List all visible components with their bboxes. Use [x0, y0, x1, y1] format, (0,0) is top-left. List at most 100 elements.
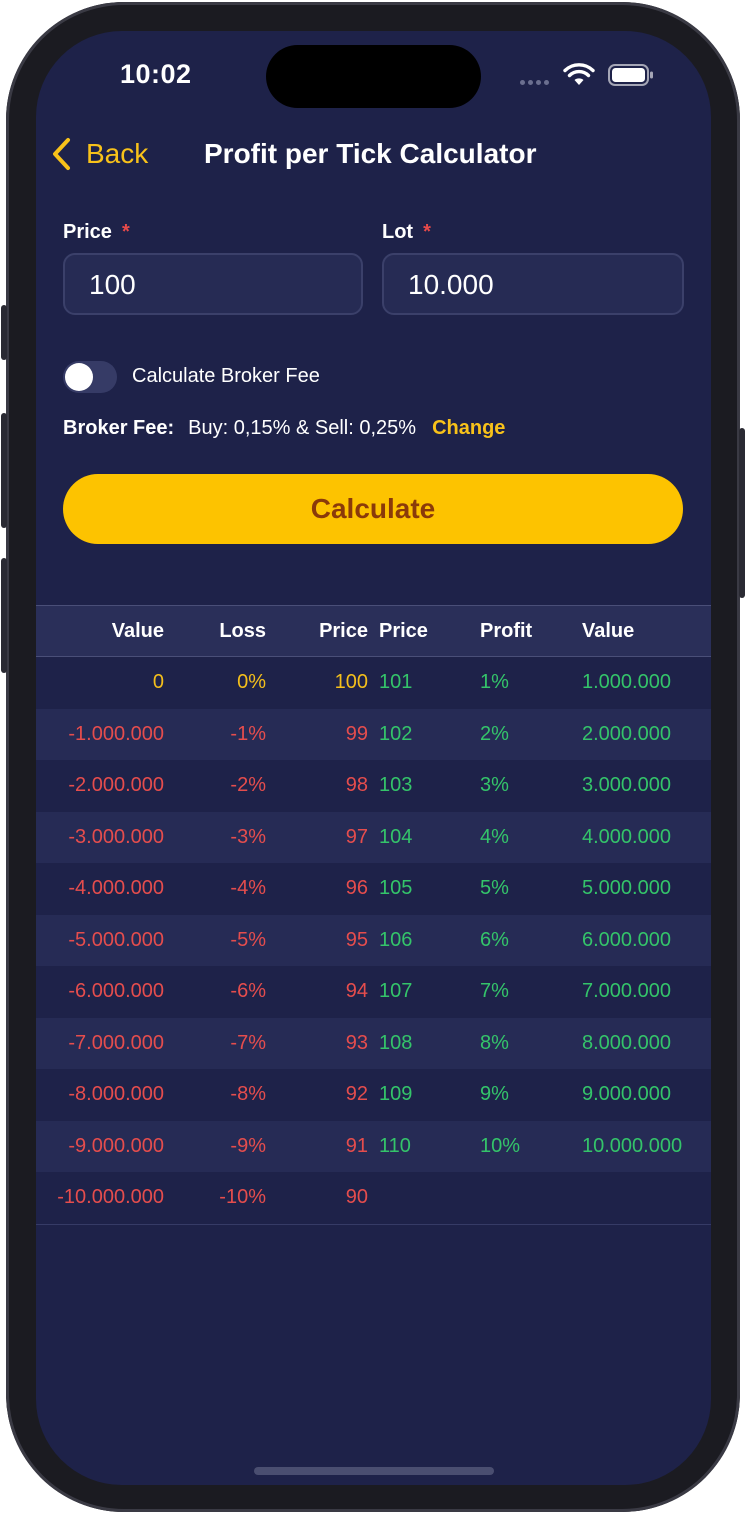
- price-label: Price *: [63, 221, 130, 244]
- profit-price-cell: 104: [379, 825, 413, 848]
- loss-value-cell: -4.000.000: [68, 877, 164, 900]
- loss-value-cell: -10.000.000: [57, 1186, 164, 1209]
- table-row: -1.000.000 -1% 99 102 2% 2.000.000: [36, 708, 711, 760]
- profit-price-cell: 110: [379, 1134, 411, 1157]
- dynamic-island: [266, 45, 481, 108]
- status-time: 10:02: [120, 59, 192, 89]
- profit-value-cell: 7.000.000: [582, 980, 671, 1003]
- profit-value-cell: 6.000.000: [582, 928, 671, 951]
- profit-price-cell: 106: [379, 928, 413, 951]
- required-mark: *: [423, 221, 431, 243]
- table-row: -5.000.000 -5% 95 106 6% 6.000.000: [36, 914, 711, 966]
- loss-value-cell: -1.000.000: [68, 722, 164, 745]
- loss-price-cell: 99: [345, 722, 368, 745]
- loss-percent-cell: 0%: [237, 671, 266, 694]
- home-indicator: [254, 1467, 494, 1475]
- profit-price-cell: 101: [379, 671, 413, 694]
- profit-value-cell: 2.000.000: [582, 722, 671, 745]
- profit-price-cell: 109: [379, 1083, 413, 1106]
- broker-fee-toggle-label: Calculate Broker Fee: [132, 365, 320, 387]
- header-loss-value: Value: [111, 619, 164, 642]
- battery-icon: [608, 64, 653, 86]
- signal-icon: [520, 80, 549, 85]
- table-row: -9.000.000 -9% 91 110 10% 10.000.000: [36, 1120, 711, 1172]
- side-button-volume-up: [1, 413, 7, 528]
- profit-price-cell: 105: [379, 877, 413, 900]
- calculate-button[interactable]: Calculate: [63, 474, 683, 544]
- broker-fee-row: Broker Fee: Buy: 0,15% & Sell: 0,25% Cha…: [63, 417, 505, 440]
- loss-value-cell: 0: [152, 671, 164, 694]
- loss-percent-cell: -6%: [230, 980, 266, 1003]
- loss-percent-cell: -10%: [219, 1186, 266, 1209]
- table-body: 0 0% 100 101 1% 1.000.000 -1.000.000 -1% 99 102 2%…: [36, 657, 711, 1225]
- lot-label-text: Lot: [382, 221, 414, 243]
- loss-percent-cell: -1%: [230, 722, 266, 745]
- loss-price-cell: 97: [345, 825, 368, 848]
- profit-percent-cell: 10%: [480, 1134, 521, 1157]
- profit-price-cell: 107: [379, 980, 413, 1003]
- loss-percent-cell: -5%: [230, 928, 266, 951]
- loss-price-cell: 98: [345, 774, 368, 797]
- loss-price-cell: 93: [345, 1031, 368, 1054]
- page-title: Profit per Tick Calculator: [204, 138, 537, 169]
- profit-value-cell: 1.000.000: [582, 671, 671, 694]
- change-fee-link[interactable]: Change: [432, 417, 505, 440]
- loss-value-cell: -6.000.000: [68, 980, 164, 1003]
- loss-price-cell: 90: [345, 1186, 368, 1209]
- header-profit-price: Price: [379, 619, 428, 642]
- profit-price-cell: 108: [379, 1031, 413, 1054]
- broker-fee-value: Buy: 0,15% & Sell: 0,25%: [188, 417, 417, 439]
- lot-input[interactable]: 10.000: [382, 253, 684, 315]
- table-row: -6.000.000 -6% 94 107 7% 7.000.000: [36, 966, 711, 1018]
- table-row: -4.000.000 -4% 96 105 5% 5.000.000: [36, 863, 711, 915]
- header-loss: Loss: [219, 619, 266, 642]
- required-mark: *: [121, 221, 130, 243]
- loss-value-cell: -2.000.000: [68, 774, 164, 797]
- profit-value-cell: 9.000.000: [582, 1083, 671, 1106]
- loss-price-cell: 92: [345, 1083, 368, 1106]
- table-row: -10.000.000 -10% 90: [36, 1172, 711, 1225]
- loss-percent-cell: -7%: [230, 1031, 266, 1054]
- wifi-icon: [563, 63, 595, 85]
- header-profit: Profit: [480, 619, 533, 642]
- loss-value-cell: -5.000.000: [68, 928, 164, 951]
- table-row: 0 0% 100 101 1% 1.000.000: [36, 657, 711, 709]
- loss-value-cell: -7.000.000: [68, 1031, 164, 1054]
- header-loss-price: Price: [319, 619, 368, 642]
- profit-percent-cell: 1%: [480, 671, 509, 694]
- broker-fee-toggle[interactable]: [63, 361, 117, 393]
- profit-price-cell: 102: [379, 722, 413, 745]
- table-row: -7.000.000 -7% 93 108 8% 8.000.000: [36, 1017, 711, 1069]
- app-screen: 10:02 Back Profit per Tick Calculator Pr…: [36, 31, 711, 1485]
- lot-label: Lot *: [382, 221, 431, 244]
- loss-price-cell: 96: [345, 877, 368, 900]
- profit-price-cell: 103: [379, 774, 413, 797]
- profit-percent-cell: 6%: [480, 928, 509, 951]
- chevron-left-icon: [53, 138, 70, 170]
- profit-value-cell: 4.000.000: [582, 825, 671, 848]
- profit-value-cell: 8.000.000: [582, 1031, 671, 1054]
- table-row: -2.000.000 -2% 98 103 3% 3.000.000: [36, 760, 711, 812]
- profit-percent-cell: 4%: [480, 825, 509, 848]
- loss-value-cell: -9.000.000: [68, 1134, 164, 1157]
- price-input[interactable]: 100: [63, 253, 363, 315]
- loss-percent-cell: -8%: [230, 1083, 266, 1106]
- table-header: Value Loss Price Price Profit Value: [36, 605, 711, 657]
- profit-value-cell: 3.000.000: [582, 774, 671, 797]
- loss-value-cell: -3.000.000: [68, 825, 164, 848]
- side-button-power: [739, 428, 745, 598]
- profit-percent-cell: 7%: [480, 980, 509, 1003]
- loss-percent-cell: -2%: [230, 774, 266, 797]
- profit-value-cell: 10.000.000: [582, 1134, 683, 1157]
- profit-percent-cell: 9%: [480, 1083, 509, 1106]
- loss-percent-cell: -9%: [230, 1134, 266, 1157]
- price-label-text: Price: [63, 221, 112, 243]
- loss-value-cell: -8.000.000: [68, 1083, 164, 1106]
- back-label: Back: [86, 138, 149, 169]
- loss-price-cell: 94: [345, 980, 368, 1003]
- profit-percent-cell: 3%: [480, 774, 509, 797]
- loss-price-cell: 95: [345, 928, 368, 951]
- back-button[interactable]: Back: [50, 137, 148, 171]
- loss-percent-cell: -4%: [230, 877, 266, 900]
- broker-fee-label: Broker Fee:: [63, 417, 175, 439]
